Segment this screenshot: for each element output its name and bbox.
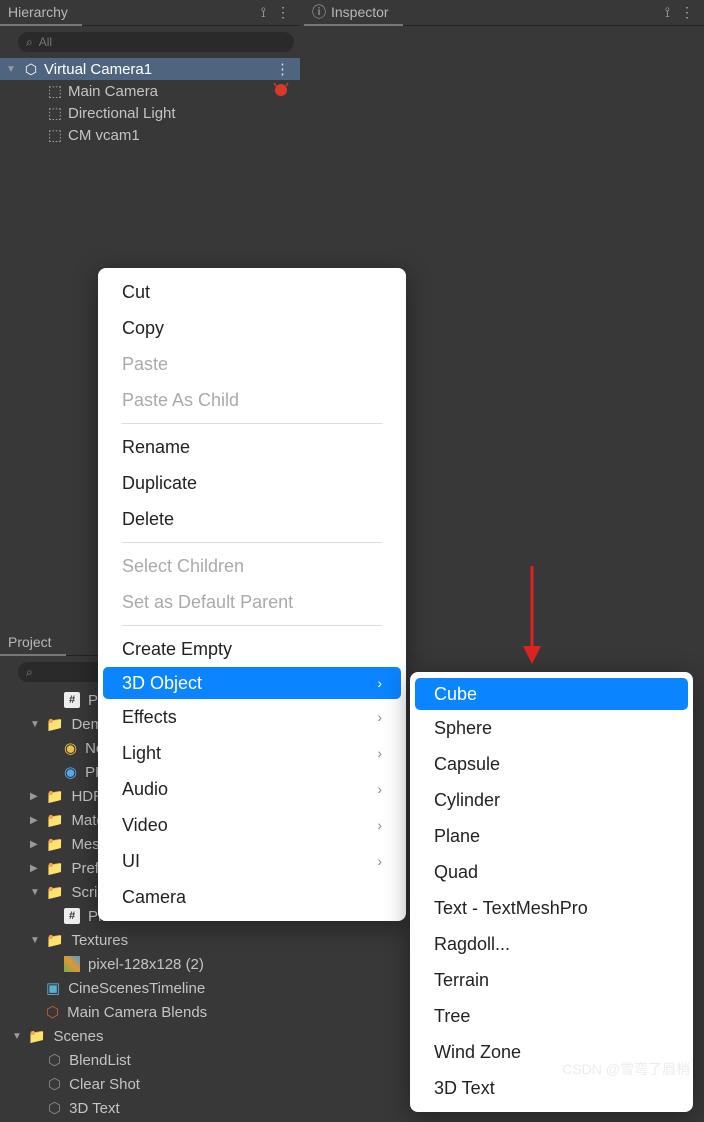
gameobject-icon: ⬚ — [46, 82, 64, 100]
script-icon: # — [64, 908, 80, 924]
folder-icon: 📁 — [46, 788, 63, 805]
submenu-item[interactable]: Plane — [410, 818, 693, 854]
project-item[interactable]: ▣CineScenesTimeline — [0, 976, 300, 1000]
hierarchy-tab[interactable]: Hierarchy — [0, 0, 82, 26]
menu-item[interactable]: Audio› — [98, 771, 406, 807]
menu-item[interactable]: Duplicate — [98, 465, 406, 501]
folder-icon: 📁 — [46, 932, 63, 949]
gameobject-icon: ⬚ — [46, 104, 64, 122]
menu-item[interactable]: Copy — [98, 310, 406, 346]
menu-item: Paste — [98, 346, 406, 382]
submenu-item[interactable]: Tree — [410, 998, 693, 1034]
scene-icon: ⬡ — [48, 1051, 61, 1069]
folder-icon: 📁 — [46, 812, 63, 829]
timeline-icon: ▣ — [46, 979, 60, 997]
menu-item: Set as Default Parent — [98, 584, 406, 620]
project-item[interactable]: pixel-128x128 (2) — [0, 952, 300, 976]
menu-icon[interactable]: ⋮ — [680, 4, 694, 21]
folder-icon: 📁 — [28, 1028, 45, 1045]
submenu-item[interactable]: Terrain — [410, 962, 693, 998]
submenu-item[interactable]: Cube — [415, 678, 688, 710]
menu-item: Paste As Child — [98, 382, 406, 418]
menu-item[interactable]: Cut — [98, 274, 406, 310]
image-icon — [64, 956, 80, 972]
chevron-right-icon: › — [377, 817, 382, 833]
submenu-item[interactable]: Sphere — [410, 710, 693, 746]
menu-separator — [122, 542, 382, 543]
menu-icon[interactable]: ⋮ — [276, 4, 290, 21]
folder-icon: 📁 — [46, 884, 63, 901]
menu-item[interactable]: Delete — [98, 501, 406, 537]
scene-icon: ⬡ — [48, 1075, 61, 1093]
bug-icon — [272, 80, 290, 102]
submenu-item[interactable]: Quad — [410, 854, 693, 890]
inspector-header: ⓘ Inspector ⟟ ⋮ — [304, 0, 704, 26]
folder-icon: 📁 — [46, 836, 63, 853]
search-icon: ⌕ — [26, 35, 33, 50]
hierarchy-item[interactable]: ⬚ CM vcam1 — [0, 124, 300, 146]
blend-icon: ⬡ — [46, 1003, 59, 1021]
inspector-tab[interactable]: ⓘ Inspector — [304, 0, 403, 26]
gameobject-icon: ⬚ — [46, 126, 64, 144]
hierarchy-item[interactable]: ⬚ Main Camera — [0, 80, 300, 102]
hierarchy-tree: ▼ ⬡ Virtual Camera1 ⋮ ⬚ Main Camera ⬚ Di… — [0, 56, 300, 148]
lock-icon[interactable]: ⟟ — [665, 4, 670, 21]
info-icon: ⓘ — [312, 2, 326, 22]
project-scene-item[interactable]: ⬡3D Text — [0, 1096, 300, 1120]
chevron-right-icon: › — [377, 781, 382, 797]
menu-separator — [122, 423, 382, 424]
context-submenu: CubeSphereCapsuleCylinderPlaneQuadText -… — [410, 672, 693, 1112]
submenu-item[interactable]: Ragdoll... — [410, 926, 693, 962]
project-item[interactable]: ⬡Main Camera Blends — [0, 1000, 300, 1024]
hierarchy-header: Hierarchy ⟟ ⋮ — [0, 0, 300, 26]
menu-item[interactable]: Video› — [98, 807, 406, 843]
project-scene-item[interactable]: ⬡Clear Shot — [0, 1072, 300, 1096]
submenu-item[interactable]: Text - TextMeshPro — [410, 890, 693, 926]
menu-item: Select Children — [98, 548, 406, 584]
chevron-right-icon: › — [377, 853, 382, 869]
menu-item[interactable]: Light› — [98, 735, 406, 771]
search-input[interactable] — [39, 35, 286, 49]
project-item[interactable]: ▼📁Scenes — [0, 1024, 300, 1048]
unity-icon: ⬡ — [22, 60, 40, 78]
folder-icon: 📁 — [46, 716, 63, 733]
menu-item[interactable]: Rename — [98, 429, 406, 465]
project-tab[interactable]: Project — [0, 630, 66, 656]
project-item[interactable]: ▼📁Textures — [0, 928, 300, 952]
submenu-item[interactable]: Cylinder — [410, 782, 693, 818]
watermark: CSDN @雪弯了眉梢 — [562, 1059, 690, 1079]
submenu-item[interactable]: Capsule — [410, 746, 693, 782]
chevron-right-icon: › — [377, 675, 382, 691]
menu-separator — [122, 625, 382, 626]
menu-item[interactable]: 3D Object› — [103, 667, 401, 699]
kebab-icon[interactable]: ⋮ — [275, 60, 290, 78]
folder-icon: 📁 — [46, 860, 63, 877]
prefab-icon: ◉ — [64, 739, 77, 757]
chevron-right-icon: › — [377, 709, 382, 725]
project-scene-item[interactable]: ⬡BlendList — [0, 1048, 300, 1072]
hierarchy-item[interactable]: ⬚ Directional Light — [0, 102, 300, 124]
script-icon: # — [64, 692, 80, 708]
prefab-icon: ◉ — [64, 763, 77, 781]
menu-item[interactable]: Effects› — [98, 699, 406, 735]
menu-item[interactable]: UI› — [98, 843, 406, 879]
search-icon: ⌕ — [26, 665, 33, 680]
hierarchy-search[interactable]: ⌕ — [18, 32, 294, 52]
lock-icon[interactable]: ⟟ — [261, 4, 266, 21]
chevron-right-icon: › — [377, 745, 382, 761]
scene-row[interactable]: ▼ ⬡ Virtual Camera1 ⋮ — [0, 58, 300, 80]
scene-icon: ⬡ — [48, 1099, 61, 1117]
context-menu: CutCopyPastePaste As Child RenameDuplicat… — [98, 268, 406, 921]
menu-item[interactable]: Camera — [98, 879, 406, 915]
menu-item[interactable]: Create Empty — [98, 631, 406, 667]
